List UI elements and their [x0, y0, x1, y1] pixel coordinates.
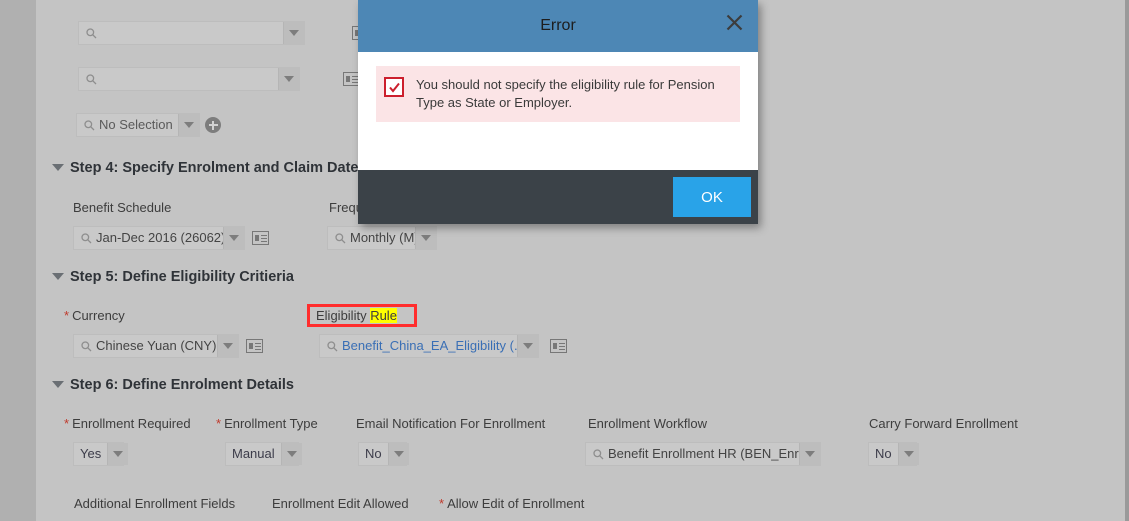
lov-field-2-dropdown[interactable]: [278, 68, 299, 90]
frequency-lov[interactable]: Monthly (M): [327, 226, 437, 250]
benefit-schedule-lov[interactable]: Jan-Dec 2016 (26062): [73, 226, 245, 250]
enrollment-type-label: * Enrollment Type: [216, 416, 318, 431]
enrollment-required-select[interactable]: Yes: [73, 442, 129, 466]
enrollment-edit-allowed-label: Enrollment Edit Allowed: [272, 496, 409, 511]
search-icon: [590, 448, 606, 460]
enrollment-workflow-dropdown[interactable]: [799, 443, 820, 465]
error-dialog: Error You should not specify the eligibi…: [358, 0, 758, 224]
enrollment-type-value: Manual: [232, 446, 275, 461]
lov-field-1-dropdown[interactable]: [283, 22, 304, 44]
chevron-down-icon: [52, 163, 64, 171]
error-dialog-footer: OK: [358, 170, 758, 224]
enrollment-type-select[interactable]: Manual: [225, 442, 302, 466]
enrollment-required-label-text: Enrollment Required: [72, 416, 191, 431]
additional-enrollment-fields-label: Additional Enrollment Fields: [74, 496, 235, 511]
enrollment-required-dropdown[interactable]: [107, 443, 129, 465]
enrollment-workflow-lov[interactable]: Benefit Enrollment HR (BEN_Enr...: [585, 442, 821, 466]
chevron-down-icon: [52, 272, 64, 280]
step4-heading[interactable]: Step 4: Specify Enrolment and Claim Date…: [52, 160, 367, 176]
no-selection-dropdown[interactable]: [178, 114, 199, 136]
allow-edit-of-enrollment-label-text: Allow Edit of Enrollment: [447, 496, 585, 511]
left-gutter: [0, 0, 36, 521]
enrollment-required-value: Yes: [80, 446, 102, 461]
enrollment-type-dropdown[interactable]: [280, 443, 302, 465]
carry-forward-select[interactable]: No: [868, 442, 919, 466]
required-asterisk: *: [64, 308, 70, 323]
enrollment-workflow-label-text: Enrollment Workflow: [588, 416, 707, 431]
search-icon: [78, 340, 94, 352]
currency-value: Chinese Yuan (CNY): [96, 338, 217, 353]
carry-forward-dropdown[interactable]: [897, 443, 919, 465]
email-notification-select[interactable]: No: [358, 442, 409, 466]
currency-dropdown[interactable]: [217, 335, 238, 357]
carry-forward-label-text: Carry Forward Enrollment: [869, 416, 1018, 431]
error-dialog-title: Error: [540, 17, 576, 34]
chevron-down-icon: [52, 380, 64, 388]
required-asterisk: *: [64, 416, 70, 431]
close-icon[interactable]: [720, 8, 748, 36]
enrollment-edit-allowed-label-text: Enrollment Edit Allowed: [272, 496, 409, 511]
frequency-value: Monthly (M): [350, 230, 415, 245]
error-dialog-titlebar: Error: [358, 0, 758, 52]
step6-heading[interactable]: Step 6: Define Enrolment Details: [52, 377, 294, 393]
currency-label-text: Currency: [72, 308, 125, 323]
additional-enrollment-fields-label-text: Additional Enrollment Fields: [74, 496, 236, 511]
error-message-text: You should not specify the eligibility r…: [416, 77, 715, 110]
error-message-box: You should not specify the eligibility r…: [376, 66, 740, 122]
allow-edit-of-enrollment-label: * Allow Edit of Enrollment: [439, 496, 584, 511]
error-dialog-body: You should not specify the eligibility r…: [358, 52, 758, 170]
benefit-schedule-label-text: Benefit Schedule: [73, 200, 172, 215]
eligibility-rule-label-highlight: Rule: [370, 308, 397, 323]
search-icon: [78, 232, 94, 244]
currency-label: * Currency: [64, 308, 125, 323]
search-icon: [83, 73, 99, 85]
eligibility-rule-value: Benefit_China_EA_Eligibility (...: [342, 338, 517, 353]
currency-lov[interactable]: Chinese Yuan (CNY): [73, 334, 239, 358]
enrollment-type-label-text: Enrollment Type: [224, 416, 318, 431]
add-row-button[interactable]: [205, 117, 221, 133]
enrollment-workflow-value: Benefit Enrollment HR (BEN_Enr...: [608, 446, 799, 461]
required-asterisk: *: [216, 416, 222, 431]
benefit-schedule-dropdown[interactable]: [223, 227, 244, 249]
frequency-dropdown[interactable]: [415, 227, 436, 249]
carry-forward-value: No: [875, 446, 892, 461]
step6-heading-text: Step 6: Define Enrolment Details: [70, 377, 294, 393]
step4-heading-text: Step 4: Specify Enrolment and Claim Date…: [70, 160, 367, 176]
email-notification-label-text: Email Notification For Enrollment: [356, 416, 546, 431]
lov-field-2[interactable]: [78, 67, 300, 91]
enrollment-required-label: * Enrollment Required: [64, 416, 191, 431]
no-selection-value: No Selection: [99, 117, 173, 132]
search-icon: [324, 340, 340, 352]
no-selection-lov[interactable]: No Selection: [76, 113, 200, 137]
email-notification-value: No: [365, 446, 382, 461]
detail-card-icon-eligibility-rule[interactable]: [550, 339, 567, 353]
search-icon: [332, 232, 348, 244]
email-notification-label: Email Notification For Enrollment: [356, 416, 545, 431]
eligibility-rule-dropdown[interactable]: [517, 335, 538, 357]
ok-button[interactable]: OK: [673, 177, 751, 217]
eligibility-rule-lov[interactable]: Benefit_China_EA_Eligibility (...: [319, 334, 539, 358]
benefit-schedule-value: Jan-Dec 2016 (26062): [96, 230, 223, 245]
carry-forward-label: Carry Forward Enrollment: [869, 416, 1018, 431]
search-icon: [81, 119, 97, 131]
eligibility-rule-label-text: Eligibility: [316, 308, 371, 323]
step5-heading-text: Step 5: Define Eligibility Critieria: [70, 269, 294, 285]
error-check-icon: [384, 77, 404, 97]
right-scroll-edge: [1125, 0, 1129, 521]
required-asterisk: *: [439, 496, 445, 511]
enrollment-workflow-label: Enrollment Workflow: [588, 416, 707, 431]
email-notification-dropdown[interactable]: [387, 443, 409, 465]
step5-heading[interactable]: Step 5: Define Eligibility Critieria: [52, 269, 294, 285]
lov-field-1[interactable]: [78, 21, 305, 45]
benefit-schedule-label: Benefit Schedule: [73, 200, 171, 215]
detail-card-icon-benefit-schedule[interactable]: [252, 231, 269, 245]
detail-card-icon-currency[interactable]: [246, 339, 263, 353]
eligibility-rule-label: Eligibility Rule: [316, 308, 397, 323]
search-icon: [83, 27, 99, 39]
